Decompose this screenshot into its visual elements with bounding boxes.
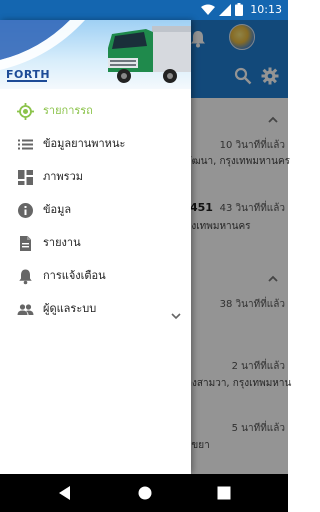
battery-icon bbox=[235, 1, 244, 20]
gps-target-icon bbox=[17, 103, 34, 120]
home-icon[interactable] bbox=[137, 485, 153, 505]
menu-item-admin[interactable]: ผู้ดูแลระบบ bbox=[0, 293, 191, 326]
back-icon[interactable] bbox=[57, 485, 71, 505]
status-icons: 10:13 bbox=[201, 1, 282, 20]
navigation-bar bbox=[0, 474, 288, 512]
menu-item-vehicle-list[interactable]: รายการรถ bbox=[0, 95, 191, 128]
menu-item-vehicle-info[interactable]: ข้อมูลยานพาหนะ bbox=[0, 128, 191, 161]
brand-underline bbox=[7, 80, 47, 82]
document-icon bbox=[17, 235, 34, 252]
menu-label: ข้อมูลยานพาหนะ bbox=[43, 137, 126, 150]
wifi-icon bbox=[201, 1, 216, 20]
dashboard-icon bbox=[17, 169, 34, 186]
list-icon bbox=[17, 136, 34, 153]
menu-item-overview[interactable]: ภาพรวม bbox=[0, 161, 191, 194]
bell-icon bbox=[17, 268, 34, 285]
people-icon bbox=[17, 301, 34, 318]
drawer-menu: รายการรถ ข้อมูลยานพาหนะ ภาพรวม ข้อมูล รา bbox=[0, 89, 191, 326]
menu-label: รายงาน bbox=[43, 236, 81, 249]
info-icon bbox=[17, 202, 34, 219]
drawer-header: FORTH bbox=[0, 20, 191, 89]
status-bar: 10:13 bbox=[0, 0, 288, 20]
menu-item-info[interactable]: ข้อมูล bbox=[0, 194, 191, 227]
menu-label: รายการรถ bbox=[43, 104, 93, 117]
recents-icon[interactable] bbox=[217, 485, 231, 504]
menu-label: ข้อมูล bbox=[43, 203, 72, 216]
menu-label: ผู้ดูแลระบบ bbox=[43, 302, 97, 315]
navigation-drawer: FORTH รายการรถ ข้อมูลยานพาหนะ ภาพรวม ข้อ… bbox=[0, 20, 191, 474]
menu-label: ภาพรวม bbox=[43, 170, 84, 183]
status-time: 10:13 bbox=[250, 3, 282, 16]
menu-item-reports[interactable]: รายงาน bbox=[0, 227, 191, 260]
menu-item-notifications[interactable]: การแจ้งเตือน bbox=[0, 260, 191, 293]
signal-icon bbox=[219, 1, 232, 20]
chevron-down-icon[interactable] bbox=[171, 305, 181, 324]
menu-label: การแจ้งเตือน bbox=[43, 269, 106, 282]
